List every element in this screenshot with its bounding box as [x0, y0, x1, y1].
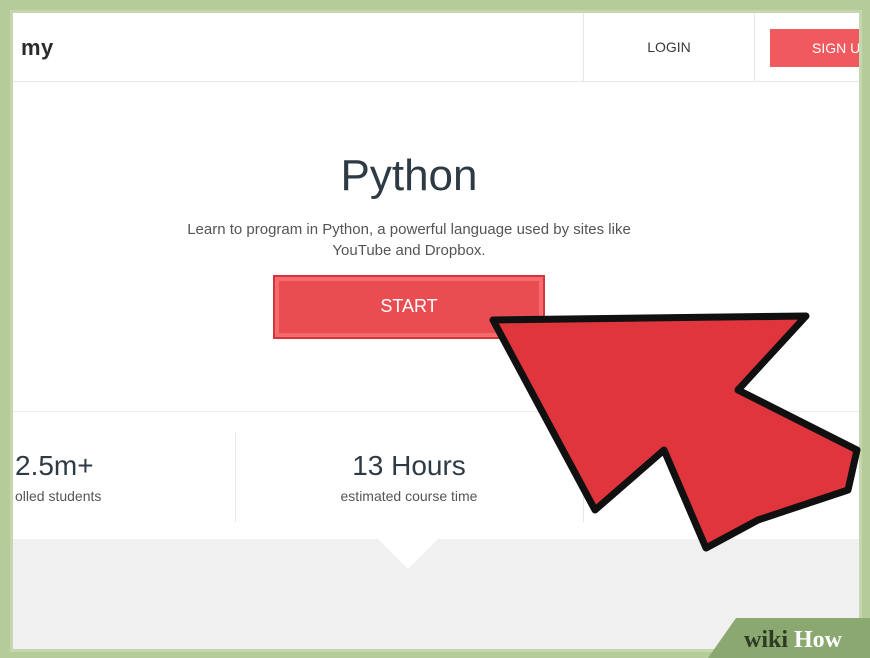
stat-hours-value: 13 Hours [352, 450, 466, 481]
stat-level-value: Begi [703, 450, 760, 481]
course-description-line-2: YouTube and Dropbox. [332, 242, 486, 259]
login-nav-cell: LOGIN [583, 13, 755, 81]
course-title: Python [340, 151, 478, 200]
watermark-how: How [794, 627, 843, 653]
browser-viewport: my LOGIN SIGN U Python Learn to program … [10, 10, 862, 652]
stat-hours-label: estimated course time [340, 488, 478, 504]
start-button[interactable]: START [273, 275, 545, 339]
watermark-wiki: wiki [744, 627, 788, 653]
course-stats: 2.5m+ olled students 13 Hours estimated … [13, 411, 859, 540]
login-link[interactable]: LOGIN [584, 39, 754, 55]
wikihow-watermark: wiki How [708, 618, 870, 658]
site-logo[interactable]: my [21, 35, 54, 61]
stat-divider [235, 432, 236, 522]
signup-button[interactable]: SIGN U [770, 29, 859, 67]
course-description: Learn to program in Python, a powerful l… [149, 219, 669, 261]
section-pointer-notch [378, 539, 438, 569]
site-header: my LOGIN SIGN U [13, 13, 859, 82]
stat-divider [583, 432, 584, 522]
course-description-line-1: Learn to program in Python, a powerful l… [187, 221, 631, 238]
stat-students-label: olled students [15, 488, 102, 504]
stat-students-value: 2.5m+ [15, 450, 94, 481]
stat-level-label: ed technical [703, 488, 778, 504]
